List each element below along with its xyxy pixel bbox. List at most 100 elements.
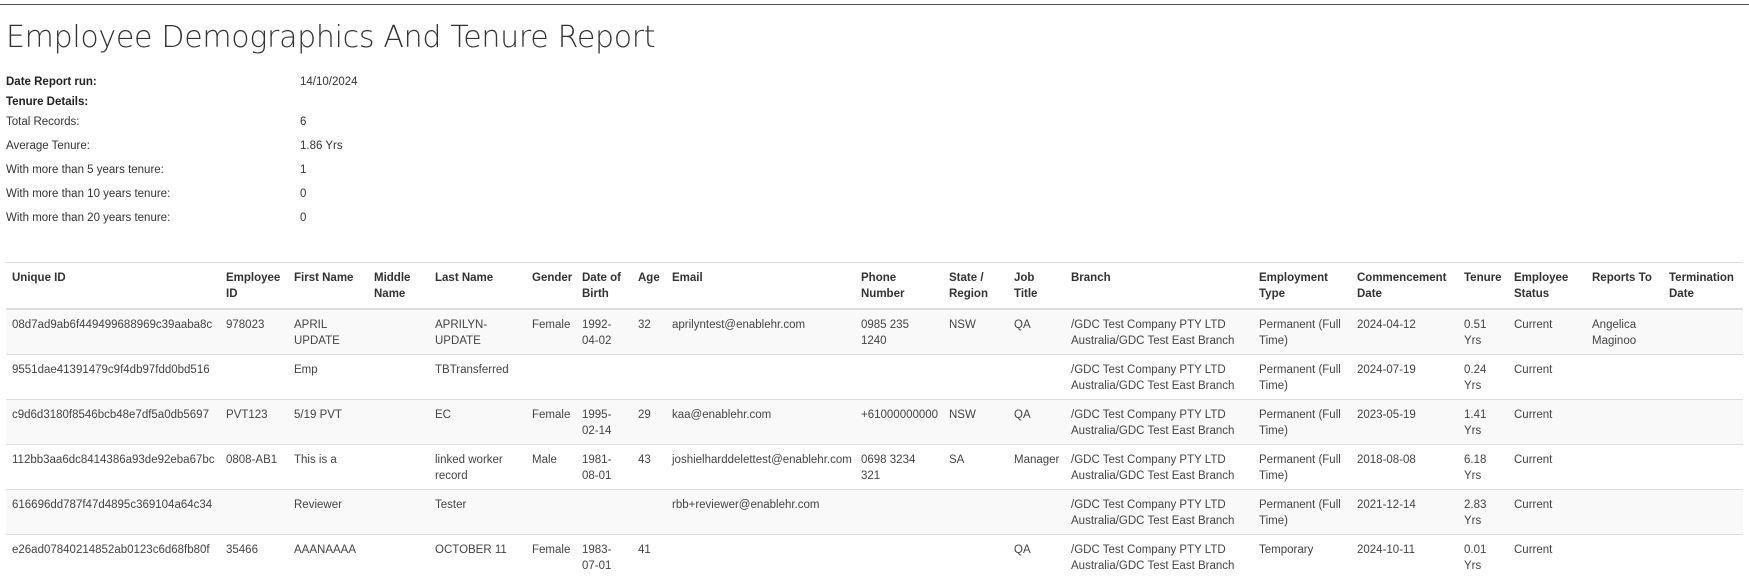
table-cell: TBTransferred	[429, 354, 526, 400]
table-row: 08d7ad9ab6f449499688969c39aaba8c 978023 AP…	[6, 308, 1743, 355]
table-cell: linked worker record	[429, 444, 526, 490]
table-cell: c9d6d3180f8546bcb48e7df5a0db5697	[6, 399, 220, 445]
table-cell: NSW	[943, 308, 1008, 355]
table-cell	[1663, 399, 1743, 445]
summary-value: 1.86 Yrs	[300, 140, 343, 152]
table-cell: Reviewer	[288, 489, 368, 535]
table-cell: Current	[1508, 399, 1586, 445]
table-cell	[368, 399, 429, 445]
table-cell: 2018-08-08	[1351, 444, 1458, 490]
table-cell: /GDC Test Company PTY LTD Australia/GDC …	[1065, 489, 1253, 535]
table-cell: 29	[632, 399, 666, 445]
top-divider	[0, 4, 1749, 5]
table-cell: 112bb3aa6dc8414386a93de92eba67bc	[6, 444, 220, 490]
table-cell	[576, 489, 632, 535]
table-cell: e26ad07840214852ab0123c6d68fb80f	[6, 534, 220, 579]
table-cell	[1008, 354, 1065, 400]
table-cell: 0.24 Yrs	[1458, 354, 1508, 400]
table-cell	[943, 534, 1008, 579]
table-cell: Current	[1508, 354, 1586, 400]
table-cell: SA	[943, 444, 1008, 490]
column-header: Date of Birth	[576, 262, 632, 310]
report-title: Employee Demographics And Tenure Report	[6, 20, 656, 55]
table-cell: 1981-08-01	[576, 444, 632, 490]
table-cell: 2024-07-19	[1351, 354, 1458, 400]
table-cell: Female	[526, 534, 576, 579]
column-header: Tenure	[1458, 262, 1508, 310]
column-header: Commencement Date	[1351, 262, 1458, 310]
column-header: Job Title	[1008, 262, 1065, 310]
summary-value: 0	[300, 188, 307, 200]
column-header: Termination Date	[1663, 262, 1743, 310]
column-header: Branch	[1065, 262, 1253, 310]
table-cell	[368, 354, 429, 400]
table-cell: PVT123	[220, 399, 288, 445]
summary-value: 6	[300, 116, 307, 128]
table-cell: APRIL UPDATE	[288, 308, 368, 355]
summary-label: With more than 10 years tenure:	[6, 188, 171, 200]
table-header: Unique ID Employee ID First Name Middle Nam…	[6, 262, 1743, 310]
table-cell	[1663, 534, 1743, 579]
summary-label: Date Report run:	[6, 76, 97, 88]
table-cell: 1995-02-14	[576, 399, 632, 445]
table-cell: Permanent (Full Time)	[1253, 399, 1351, 445]
table-cell: 41	[632, 534, 666, 579]
table-cell	[1663, 308, 1743, 355]
table-cell: Female	[526, 399, 576, 445]
table-cell	[1586, 354, 1663, 400]
table-cell: 2021-12-14	[1351, 489, 1458, 535]
table-cell: Temporary	[1253, 534, 1351, 579]
table-cell	[632, 489, 666, 535]
table-cell	[576, 354, 632, 400]
table-cell	[855, 489, 943, 535]
table-cell: 616696dd787f47d4895c369104a64c34	[6, 489, 220, 535]
table-cell: /GDC Test Company PTY LTD Australia/GDC …	[1065, 354, 1253, 400]
column-header: State / Region	[943, 262, 1008, 310]
table-row: c9d6d3180f8546bcb48e7df5a0db5697 PVT123 5/…	[6, 399, 1743, 445]
table-cell: 978023	[220, 308, 288, 355]
summary-value: 14/10/2024	[300, 76, 358, 88]
table-cell: Male	[526, 444, 576, 490]
table-cell: NSW	[943, 399, 1008, 445]
summary-value: 1	[300, 164, 307, 176]
table-row: 112bb3aa6dc8414386a93de92eba67bc 0808-AB1…	[6, 444, 1743, 490]
table-cell: 32	[632, 308, 666, 355]
table-cell	[368, 489, 429, 535]
table-cell	[526, 354, 576, 400]
column-header: Email	[666, 262, 855, 310]
table-body: 08d7ad9ab6f449499688969c39aaba8c 978023 AP…	[6, 308, 1743, 579]
table-cell: EC	[429, 399, 526, 445]
table-cell: 0808-AB1	[220, 444, 288, 490]
table-cell: APRILYN-UPDATE	[429, 308, 526, 355]
table-cell: Female	[526, 308, 576, 355]
column-header: Unique ID	[6, 262, 220, 310]
table-cell: aprilyntest@enablehr.com	[666, 308, 855, 355]
table-cell	[855, 534, 943, 579]
summary-value: 0	[300, 212, 307, 224]
table-cell: /GDC Test Company PTY LTD Australia/GDC …	[1065, 444, 1253, 490]
table-cell: Permanent (Full Time)	[1253, 308, 1351, 355]
table-cell: 1.41 Yrs	[1458, 399, 1508, 445]
table-cell	[1586, 489, 1663, 535]
table-cell: +61000000000	[855, 399, 943, 445]
summary-label: With more than 20 years tenure:	[6, 212, 171, 224]
table-cell: 1983-07-01	[576, 534, 632, 579]
table-cell	[368, 308, 429, 355]
table-cell	[1663, 444, 1743, 490]
column-header: Employment Type	[1253, 262, 1351, 310]
table-cell	[1663, 354, 1743, 400]
table-cell: Permanent (Full Time)	[1253, 444, 1351, 490]
table-cell: QA	[1008, 308, 1065, 355]
table-cell: Emp	[288, 354, 368, 400]
column-header: Last Name	[429, 262, 526, 310]
table-cell: rbb+reviewer@enablehr.com	[666, 489, 855, 535]
table-cell	[368, 444, 429, 490]
table-cell	[526, 489, 576, 535]
report-table: Unique ID Employee ID First Name Middle Nam…	[6, 262, 1743, 579]
table-cell	[368, 534, 429, 579]
summary-label: Total Records:	[6, 116, 80, 128]
table-cell: Permanent (Full Time)	[1253, 489, 1351, 535]
table-cell: This is a	[288, 444, 368, 490]
table-cell	[1663, 489, 1743, 535]
table-cell: 0985 235 1240	[855, 308, 943, 355]
